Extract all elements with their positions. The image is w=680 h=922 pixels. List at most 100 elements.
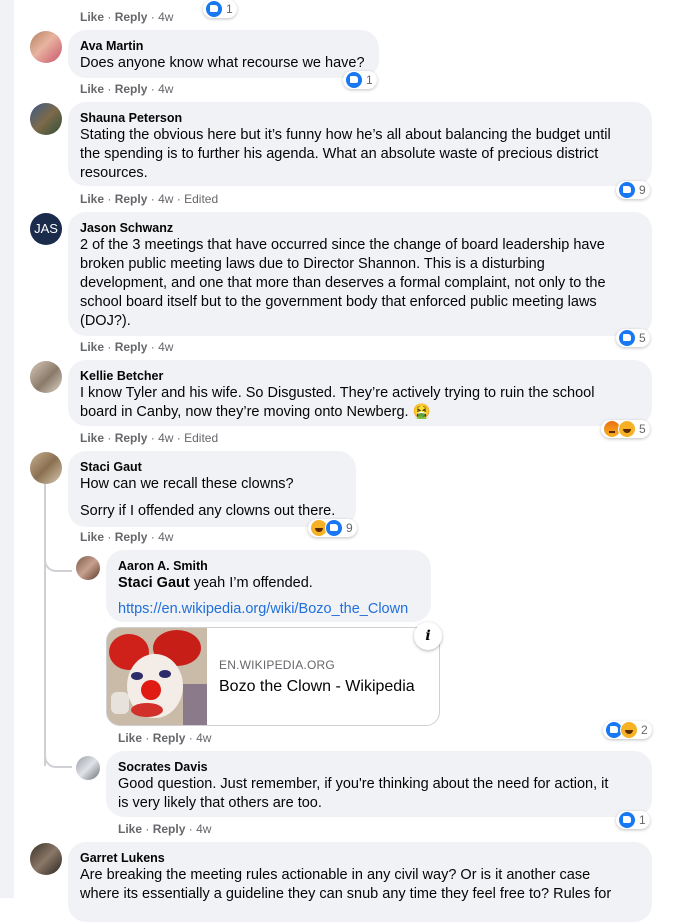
- like-reaction-icon: [205, 0, 223, 18]
- avatar[interactable]: [30, 361, 62, 393]
- reply-time[interactable]: 4w: [196, 822, 211, 836]
- like-link[interactable]: Like: [80, 530, 104, 544]
- reply-link[interactable]: Reply: [115, 431, 148, 445]
- reactions-badge[interactable]: 1: [616, 811, 650, 829]
- comment-text-line: How can we recall these clowns?: [80, 476, 294, 492]
- comment-bubble: Staci Gaut How can we recall these clown…: [68, 451, 356, 527]
- reply-actions: Like · Reply · 4w: [118, 731, 212, 745]
- avatar[interactable]: [30, 843, 62, 875]
- reply-link[interactable]: Reply: [115, 192, 148, 206]
- avatar[interactable]: [30, 103, 62, 135]
- reactions-badge[interactable]: 9: [308, 519, 357, 537]
- like-reaction-icon: [618, 811, 636, 829]
- reply-link[interactable]: Reply: [115, 530, 148, 544]
- comment-time[interactable]: 4w: [158, 431, 173, 445]
- comment-time[interactable]: 4w: [158, 192, 173, 206]
- url-link[interactable]: https://en.wikipedia.org/wiki/Bozo_the_C…: [118, 600, 419, 619]
- comment-text-line: Stating the obvious here but it’s funny …: [80, 127, 611, 143]
- comment-time[interactable]: 4w: [158, 82, 173, 96]
- link-domain: EN.WIKIPEDIA.ORG: [219, 658, 335, 672]
- avatar[interactable]: [76, 756, 100, 780]
- reactions-badge[interactable]: 1: [203, 0, 237, 18]
- comment-author[interactable]: Garret Lukens: [80, 850, 640, 866]
- comment-text-line: where its essentially a guideline they c…: [80, 886, 612, 902]
- info-icon[interactable]: i: [414, 622, 442, 650]
- like-link[interactable]: Like: [118, 822, 142, 836]
- comment-author[interactable]: Ava Martin: [80, 38, 367, 54]
- comment-actions: Like · Reply · 4w · Edited: [80, 192, 219, 206]
- avatar[interactable]: [30, 31, 62, 63]
- like-link[interactable]: Like: [80, 82, 104, 96]
- comment-time[interactable]: 4w: [158, 340, 173, 354]
- avatar[interactable]: JAS: [30, 213, 62, 245]
- comment-text-line: I know Tyler and his wife. So Disgusted.…: [80, 385, 595, 401]
- comment-actions: Like · Reply · 4w · Edited: [80, 431, 219, 445]
- avatar[interactable]: [76, 556, 100, 580]
- comment-bubble: Jason Schwanz 2 of the 3 meetings that h…: [68, 212, 652, 336]
- comment-author[interactable]: Staci Gaut: [80, 459, 344, 475]
- reactions-badge[interactable]: 2: [603, 721, 652, 739]
- reply-link[interactable]: Reply: [115, 340, 148, 354]
- left-gutter: [0, 0, 14, 898]
- reply-text-line: Good question. Just remember, if you're …: [118, 776, 609, 792]
- reply-link[interactable]: Reply: [115, 82, 148, 96]
- reactions-badge[interactable]: 5: [601, 420, 650, 438]
- reply-text-line: is very likely that others are too.: [118, 795, 322, 811]
- comment-text-line: Are breaking the meeting rules actionabl…: [80, 867, 591, 883]
- reply-author[interactable]: Socrates Davis: [118, 759, 640, 775]
- reply-actions: Like · Reply · 4w: [118, 822, 212, 836]
- like-reaction-icon: [325, 519, 343, 537]
- reply-author[interactable]: Aaron A. Smith: [118, 558, 419, 574]
- reactions-badge[interactable]: 5: [616, 329, 650, 347]
- comment-text: Does anyone know what recourse we have?: [80, 55, 365, 71]
- comment-text-line: resources.: [80, 165, 148, 181]
- reply-link[interactable]: Reply: [153, 731, 186, 745]
- like-link[interactable]: Like: [80, 431, 104, 445]
- comment-text-line: development, and one that more than dese…: [80, 275, 606, 291]
- comment-actions: Like · Reply · 4w: [80, 10, 174, 24]
- comment-text-line: (DOJ?).: [80, 313, 131, 329]
- reply-link[interactable]: Reply: [153, 822, 186, 836]
- comment-time[interactable]: 4w: [158, 530, 173, 544]
- reactions-badge[interactable]: 9: [616, 181, 650, 199]
- reactions-badge[interactable]: 1: [343, 71, 377, 89]
- comment-time[interactable]: 4w: [158, 10, 173, 24]
- link-preview-image: [107, 628, 207, 725]
- edited-label[interactable]: Edited: [184, 192, 218, 206]
- comment-bubble: Shauna Peterson Stating the obvious here…: [68, 102, 652, 186]
- comment-text-line: the spending is to further his agenda. W…: [80, 146, 599, 162]
- reply-bubble: Aaron A. Smith Staci Gaut yeah I’m offen…: [106, 550, 431, 622]
- link-title[interactable]: Bozo the Clown - Wikipedia: [219, 678, 415, 696]
- comment-author[interactable]: Shauna Peterson: [80, 110, 640, 126]
- link-preview-card[interactable]: EN.WIKIPEDIA.ORG Bozo the Clown - Wikipe…: [106, 627, 440, 726]
- comment-author[interactable]: Jason Schwanz: [80, 220, 640, 236]
- comment-text-line: broken public meeting laws due to Direct…: [80, 256, 545, 272]
- like-link[interactable]: Like: [80, 192, 104, 206]
- like-link[interactable]: Like: [80, 340, 104, 354]
- comment-bubble: Ava Martin Does anyone know what recours…: [68, 30, 379, 78]
- comment-actions: Like · Reply · 4w: [80, 82, 174, 96]
- comment-text-line: board in Canby, now they’re moving onto …: [80, 404, 431, 420]
- sad-reaction-icon: [618, 420, 636, 438]
- comment-bubble: Kellie Betcher I know Tyler and his wife…: [68, 360, 652, 426]
- comment-bubble: Garret Lukens Are breaking the meeting r…: [68, 842, 652, 922]
- edited-label[interactable]: Edited: [184, 431, 218, 445]
- avatar[interactable]: [30, 452, 62, 484]
- reply-time[interactable]: 4w: [196, 731, 211, 745]
- like-reaction-icon: [345, 71, 363, 89]
- like-reaction-icon: [618, 329, 636, 347]
- thread-connector: [44, 556, 72, 572]
- comment-text-line: Sorry if I offended any clowns out there…: [80, 503, 336, 519]
- reply-text: yeah I’m offended.: [189, 575, 313, 591]
- like-link[interactable]: Like: [80, 10, 104, 24]
- reply-bubble: Socrates Davis Good question. Just remem…: [106, 751, 652, 817]
- comment-text-line: 2 of the 3 meetings that have occurred s…: [80, 237, 605, 253]
- mention-link[interactable]: Staci Gaut: [118, 575, 190, 591]
- comment-author[interactable]: Kellie Betcher: [80, 368, 640, 384]
- comment-actions: Like · Reply · 4w: [80, 340, 174, 354]
- like-link[interactable]: Like: [118, 731, 142, 745]
- comment-actions: Like · Reply · 4w: [80, 530, 174, 544]
- like-reaction-icon: [618, 181, 636, 199]
- thread-line: [44, 484, 46, 766]
- reply-link[interactable]: Reply: [115, 10, 148, 24]
